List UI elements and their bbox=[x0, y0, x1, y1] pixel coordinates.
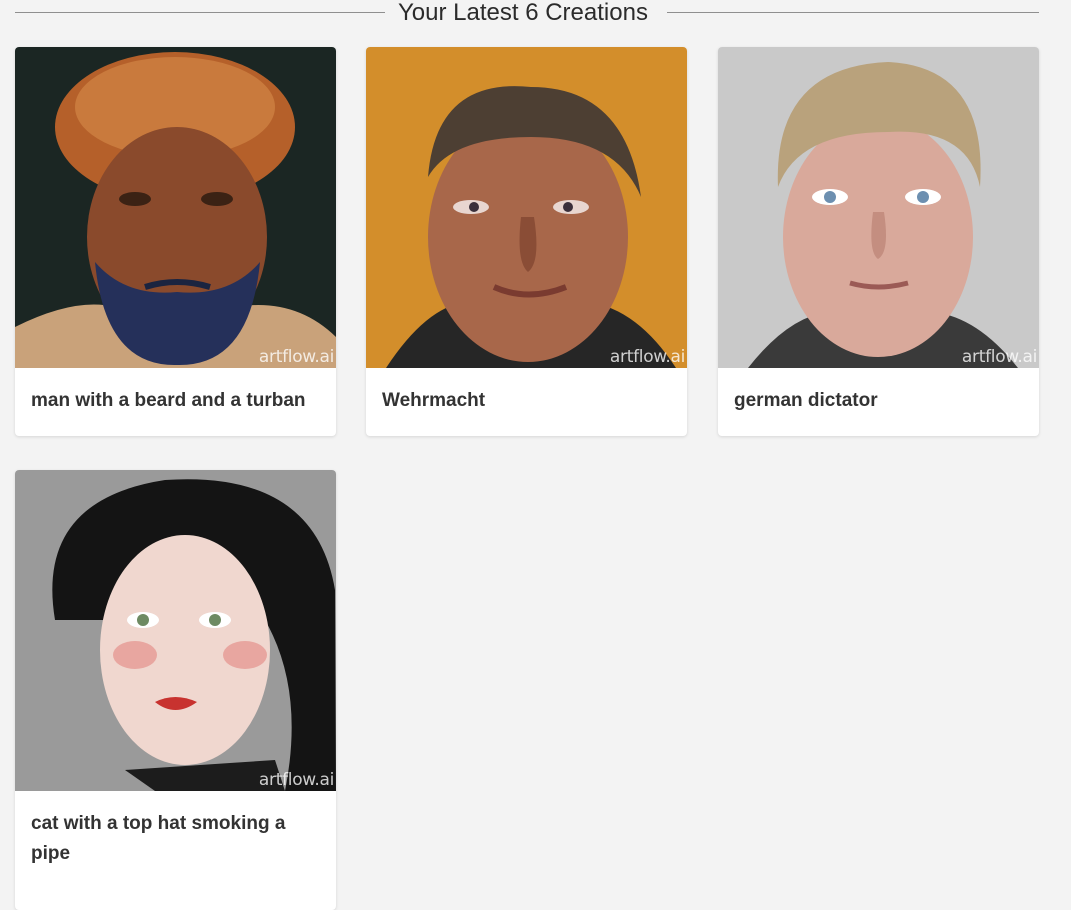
creation-card-3[interactable]: artflow.ai german dictator bbox=[718, 47, 1039, 436]
creation-card-2[interactable]: artflow.ai Wehrmacht bbox=[366, 47, 687, 436]
divider-left bbox=[15, 12, 385, 13]
creation-image-4[interactable]: artflow.ai bbox=[15, 470, 336, 791]
creation-title-3[interactable]: german dictator bbox=[718, 368, 1039, 436]
creation-card-1[interactable]: artflow.ai man with a beard and a turban bbox=[15, 47, 336, 436]
creation-card-4[interactable]: artflow.ai cat with a top hat smoking a … bbox=[15, 470, 336, 910]
creation-image-2[interactable]: artflow.ai bbox=[366, 47, 687, 368]
creation-title-4[interactable]: cat with a top hat smoking a pipe bbox=[15, 791, 336, 889]
divider-right bbox=[667, 12, 1039, 13]
watermark-label: artflow.ai bbox=[609, 347, 685, 367]
creation-image-3[interactable]: artflow.ai bbox=[718, 47, 1039, 368]
watermark-label: artflow.ai bbox=[258, 770, 334, 790]
creation-title-2[interactable]: Wehrmacht bbox=[366, 368, 687, 436]
section-heading: Your Latest 6 Creations bbox=[398, 0, 648, 26]
section-header: Your Latest 6 Creations bbox=[15, 0, 1039, 28]
watermark-label: artflow.ai bbox=[258, 347, 334, 367]
creation-image-1[interactable]: artflow.ai bbox=[15, 47, 336, 368]
watermark-label: artflow.ai bbox=[961, 347, 1037, 367]
creation-title-1[interactable]: man with a beard and a turban bbox=[15, 368, 336, 436]
